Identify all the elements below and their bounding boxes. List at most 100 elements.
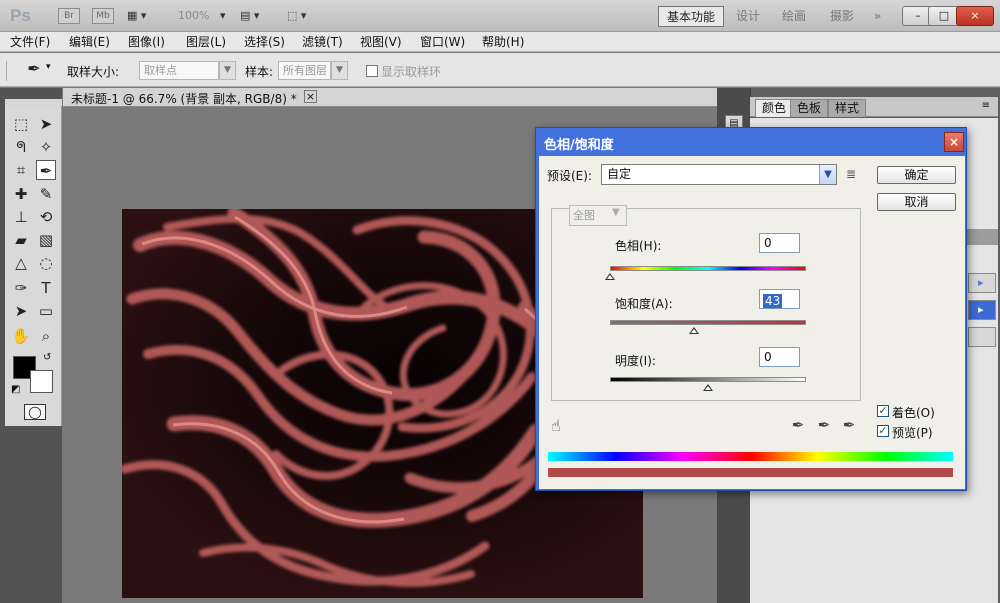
- crop-tool-icon[interactable]: ⌗: [11, 160, 31, 180]
- history-brush-tool-icon[interactable]: ⟲: [36, 207, 56, 227]
- tool-preset-arrow-icon[interactable]: ▾: [46, 62, 51, 72]
- healing-brush-tool-icon[interactable]: ✚: [11, 184, 31, 204]
- sample-size-select[interactable]: 取样点: [139, 61, 219, 80]
- channel-dropdown-icon[interactable]: ▼: [612, 207, 620, 218]
- menu-select[interactable]: 选择(S): [244, 34, 285, 50]
- preset-options-icon[interactable]: ≣: [846, 167, 856, 181]
- marquee-tool-icon[interactable]: ⬚: [11, 114, 31, 134]
- hand-tool-icon[interactable]: ✋: [11, 326, 31, 346]
- dialog-close-button[interactable]: ×: [944, 132, 964, 152]
- cancel-button[interactable]: 取消: [877, 193, 956, 211]
- pen-tool-icon[interactable]: ✑: [11, 278, 31, 298]
- add-to-sample-icon[interactable]: ✒: [815, 416, 833, 434]
- saturation-value: 43: [763, 294, 783, 308]
- background-color-swatch[interactable]: [30, 370, 53, 393]
- preset-select[interactable]: 自定: [601, 164, 837, 185]
- eyedropper-tool-icon[interactable]: ✒: [24, 59, 44, 79]
- subtract-from-sample-icon[interactable]: ✒: [840, 416, 858, 434]
- hue-saturation-dialog: 色相/饱和度 × 预设(E): 自定 ▼ ≣ 确定 取消 全图 ▼ 色相(H):…: [535, 127, 967, 491]
- tools-panel: ⬚ ➤ ᖗ ✧ ⌗ ✒ ✚ ✎ ⊥ ⟲ ▰ ▧ △ ◌ ✑ T ➤ ▭ ✋ ⌕ …: [5, 106, 62, 426]
- clone-stamp-tool-icon[interactable]: ⊥: [11, 207, 31, 227]
- photoshop-logo: Ps: [10, 6, 31, 25]
- menu-window[interactable]: 窗口(W): [420, 34, 465, 50]
- hue-slider-thumb[interactable]: [605, 273, 615, 280]
- bridge-button[interactable]: Br: [58, 8, 80, 24]
- menu-image[interactable]: 图像(I): [128, 34, 165, 50]
- zoom-dropdown-icon[interactable]: ▾: [220, 7, 226, 25]
- menu-file[interactable]: 文件(F): [10, 34, 50, 50]
- mini-bridge-button[interactable]: Mb: [92, 8, 114, 24]
- type-tool-icon[interactable]: T: [36, 278, 56, 298]
- sample-select[interactable]: 所有图层: [278, 61, 331, 80]
- path-selection-tool-icon[interactable]: ➤: [11, 301, 31, 321]
- color-panel-header: 颜色 色板 样式 ≡: [750, 97, 998, 117]
- arrange-documents-menu[interactable]: ▤ ▾: [240, 7, 259, 25]
- quick-selection-tool-icon[interactable]: ✧: [36, 137, 56, 157]
- colorize-label: 着色(O): [892, 406, 935, 420]
- menu-help[interactable]: 帮助(H): [482, 34, 524, 50]
- menu-bar: 文件(F) 编辑(E) 图像(I) 图层(L) 选择(S) 滤镜(T) 视图(V…: [0, 32, 1000, 52]
- move-tool-icon[interactable]: ➤: [36, 114, 56, 134]
- adjustment-group: 全图 ▼ 色相(H): 0 饱和度(A): 43 明度(I): 0: [551, 205, 861, 401]
- tab-styles[interactable]: 样式: [828, 99, 867, 117]
- dialog-body: 预设(E): 自定 ▼ ≣ 确定 取消 全图 ▼ 色相(H): 0 饱和度(A)…: [539, 156, 965, 489]
- arrow-right-icon-2: ▸: [978, 303, 984, 316]
- document-title: 未标题-1 @ 66.7% (背景 副本, RGB/8) *: [71, 92, 297, 106]
- menu-filter[interactable]: 滤镜(T): [302, 34, 343, 50]
- more-workspaces-button[interactable]: »: [866, 6, 889, 27]
- view-extras-menu[interactable]: ⬚ ▾: [287, 7, 306, 25]
- document-tab[interactable]: 未标题-1 @ 66.7% (背景 副本, RGB/8) * ×: [63, 88, 717, 107]
- preset-dropdown-icon[interactable]: ▼: [819, 165, 836, 184]
- lightness-slider-track[interactable]: [610, 377, 806, 382]
- default-colors-icon[interactable]: ◩: [11, 384, 20, 395]
- saturation-slider-track[interactable]: [610, 320, 806, 325]
- saturation-slider-thumb[interactable]: [689, 327, 700, 334]
- menu-layer[interactable]: 图层(L): [186, 34, 226, 50]
- tool-options-bar: ✒ ▾ 取样大小: 取样点 ▼ 样本: 所有图层 ▼ 显示取样环: [0, 53, 1000, 87]
- dialog-title: 色相/饱和度: [544, 138, 614, 153]
- show-sampling-ring-checkbox[interactable]: [366, 65, 378, 77]
- workspace-design[interactable]: 设计: [728, 6, 768, 27]
- close-window-button[interactable]: ×: [956, 6, 994, 26]
- tab-swatches[interactable]: 色板: [790, 99, 829, 117]
- panel-menu-icon[interactable]: ≡: [982, 100, 990, 111]
- saturation-input[interactable]: 43: [759, 289, 800, 309]
- adjustment-list-item-3[interactable]: [968, 327, 996, 347]
- sample-dropdown-icon[interactable]: ▼: [331, 61, 348, 80]
- brush-tool-icon[interactable]: ✎: [36, 184, 56, 204]
- zoom-menu[interactable]: 100%: [178, 7, 224, 25]
- tab-color[interactable]: 颜色: [755, 99, 794, 117]
- dodge-tool-icon[interactable]: ◌: [36, 253, 56, 273]
- menu-edit[interactable]: 编辑(E): [69, 34, 110, 50]
- blur-tool-icon[interactable]: △: [11, 253, 31, 273]
- result-color-bar: [548, 468, 953, 477]
- rectangle-tool-icon[interactable]: ▭: [36, 301, 56, 321]
- show-sampling-ring-label: 显示取样环: [381, 65, 442, 79]
- preset-label: 预设(E):: [547, 169, 592, 183]
- eyedropper-tool-selected-icon[interactable]: ✒: [36, 160, 56, 180]
- lightness-input[interactable]: 0: [759, 347, 800, 367]
- on-image-adjustment-icon[interactable]: ☝: [551, 416, 561, 435]
- hue-input[interactable]: 0: [759, 233, 800, 253]
- preview-checkbox[interactable]: ✓: [877, 425, 889, 437]
- gradient-tool-icon[interactable]: ▧: [36, 230, 56, 250]
- colorize-checkbox[interactable]: ✓: [877, 405, 889, 417]
- lasso-tool-icon[interactable]: ᖗ: [11, 137, 31, 157]
- sample-size-dropdown-icon[interactable]: ▼: [219, 61, 236, 80]
- hue-slider-track[interactable]: [610, 266, 806, 271]
- menu-view[interactable]: 视图(V): [360, 34, 402, 50]
- lightness-label: 明度(I):: [615, 354, 656, 368]
- quick-mask-mode-icon[interactable]: ◯: [24, 404, 46, 420]
- workspace-painting[interactable]: 绘画: [774, 6, 814, 27]
- workspace-essentials[interactable]: 基本功能: [658, 6, 725, 27]
- zoom-tool-icon[interactable]: ⌕: [36, 326, 56, 346]
- workspace-photography[interactable]: 摄影: [822, 6, 862, 27]
- screen-mode-menu[interactable]: ▦ ▾: [127, 7, 146, 25]
- eyedropper-icon[interactable]: ✒: [789, 416, 807, 434]
- eraser-tool-icon[interactable]: ▰: [11, 230, 31, 250]
- swap-colors-icon[interactable]: ↺: [43, 352, 51, 363]
- input-color-bar: [548, 452, 953, 461]
- close-document-icon[interactable]: ×: [304, 90, 317, 103]
- lightness-slider-thumb[interactable]: [703, 384, 713, 391]
- ok-button[interactable]: 确定: [877, 166, 956, 184]
